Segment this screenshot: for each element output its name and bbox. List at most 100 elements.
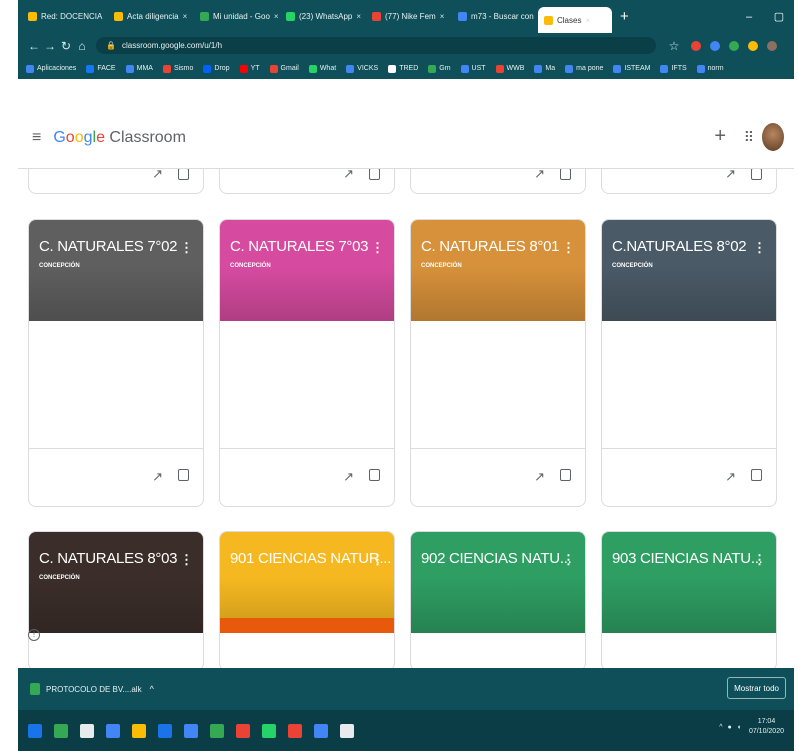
class-title[interactable]: C. NATURALES 7°02: [39, 238, 177, 255]
bookmark-item[interactable]: IFTS: [660, 64, 687, 73]
bookmark-item[interactable]: Aplicaciones: [26, 64, 76, 73]
class-title[interactable]: C. NATURALES 8°01: [421, 238, 559, 255]
taskbar-app-icon[interactable]: [80, 723, 94, 738]
network-icon[interactable]: ●: [727, 724, 731, 731]
forward-icon[interactable]: →: [42, 39, 58, 53]
trend-icon[interactable]: ↗: [534, 469, 545, 485]
speaker-icon[interactable]: ◖: [737, 724, 741, 731]
extension-icon[interactable]: [748, 40, 758, 51]
browser-tab[interactable]: (77) Nike Fem ×: [366, 6, 450, 28]
class-card[interactable]: 901 CIENCIAS NATUR... ⋮: [219, 531, 395, 668]
class-title[interactable]: C. NATURALES 8°03: [39, 550, 177, 567]
more-options-icon[interactable]: ⋮: [371, 240, 384, 256]
taskbar-app-icon[interactable]: [236, 723, 250, 738]
class-title[interactable]: 903 CIENCIAS NATU...: [612, 550, 763, 567]
trend-icon[interactable]: ↗: [343, 169, 354, 182]
info-icon[interactable]: !: [28, 629, 40, 641]
menu-icon[interactable]: ≡: [32, 129, 41, 147]
close-tab-icon[interactable]: ×: [274, 12, 278, 21]
bookmark-item[interactable]: Gm: [428, 64, 451, 73]
browser-tab[interactable]: Mi unidad - Goo ×: [194, 6, 278, 28]
more-options-icon[interactable]: ⋮: [180, 552, 193, 568]
add-class-button[interactable]: +: [714, 125, 726, 148]
new-tab-button[interactable]: +: [620, 8, 629, 25]
taskbar-app-icon[interactable]: [158, 723, 172, 738]
more-options-icon[interactable]: ⋮: [180, 240, 193, 256]
trend-icon[interactable]: ↗: [725, 169, 736, 182]
more-options-icon[interactable]: ⋮: [562, 240, 575, 256]
extension-icon[interactable]: [691, 40, 701, 51]
bookmark-item[interactable]: norm: [696, 64, 724, 73]
reload-icon[interactable]: ↻: [58, 39, 74, 53]
bookmark-item[interactable]: What: [308, 64, 336, 73]
class-title[interactable]: C. NATURALES 7°03: [230, 238, 368, 255]
class-banner[interactable]: C. NATURALES 8°03 CONCEPCIÓN ⋮: [29, 532, 203, 633]
folder-icon[interactable]: [369, 169, 380, 180]
url-field[interactable]: 🔒 classroom.google.com/u/1/h: [96, 37, 656, 54]
more-options-icon[interactable]: ⋮: [562, 552, 575, 568]
browser-tab[interactable]: Red: DOCENCIA×: [22, 6, 106, 28]
profile-icon[interactable]: [767, 40, 777, 51]
bookmark-item[interactable]: UST: [460, 64, 486, 73]
bookmark-item[interactable]: Sismo: [162, 64, 193, 73]
bookmark-item[interactable]: ISTEAM: [613, 64, 650, 73]
download-filename[interactable]: PROTOCOLO DE BV....alk: [46, 685, 142, 694]
taskbar-app-icon[interactable]: [288, 723, 302, 738]
extension-icon[interactable]: [710, 40, 720, 51]
taskbar-app-icon[interactable]: [184, 723, 198, 738]
trend-icon[interactable]: ↗: [152, 469, 163, 485]
more-options-icon[interactable]: ⋮: [753, 552, 766, 568]
bookmark-item[interactable]: FACE: [86, 64, 116, 73]
taskbar-app-icon[interactable]: [106, 723, 120, 738]
browser-tab[interactable]: Acta diligencia ×: [108, 6, 192, 28]
class-banner[interactable]: C. NATURALES 7°02 CONCEPCIÓN ⋮: [29, 220, 203, 321]
class-banner[interactable]: C. NATURALES 7°03 CONCEPCIÓN ⋮: [220, 220, 394, 321]
browser-tab[interactable]: m73 - Buscar con×: [452, 6, 536, 28]
close-tab-icon[interactable]: ×: [440, 12, 445, 21]
trend-icon[interactable]: ↗: [343, 469, 354, 485]
more-options-icon[interactable]: ⋮: [371, 552, 384, 568]
home-icon[interactable]: ⌂: [74, 39, 90, 53]
chevron-up-icon[interactable]: ^: [150, 684, 154, 694]
folder-icon[interactable]: [560, 469, 571, 481]
close-tab-icon[interactable]: ×: [183, 12, 188, 21]
taskbar-app-icon[interactable]: [54, 723, 68, 738]
class-card[interactable]: C. NATURALES 8°03 CONCEPCIÓN ⋮: [28, 531, 204, 668]
folder-icon[interactable]: [369, 469, 380, 481]
bookmark-item[interactable]: Gmail: [269, 64, 299, 73]
class-card[interactable]: C. NATURALES 8°01 CONCEPCIÓN ⋮ ↗: [410, 219, 586, 507]
bookmark-item[interactable]: TRED: [388, 64, 418, 73]
folder-icon[interactable]: [751, 469, 762, 481]
class-banner[interactable]: 903 CIENCIAS NATU... ⋮: [602, 532, 776, 633]
browser-tab[interactable]: Clases ×: [538, 7, 612, 33]
class-card-partial[interactable]: ↗: [28, 169, 204, 194]
bookmark-item[interactable]: YT: [239, 64, 260, 73]
bookmark-item[interactable]: Ma: [534, 64, 555, 73]
chevron-up-icon[interactable]: ^: [719, 724, 722, 731]
back-icon[interactable]: ←: [26, 39, 42, 53]
windows-start-icon[interactable]: [28, 723, 42, 738]
class-card[interactable]: 903 CIENCIAS NATU... ⋮: [601, 531, 777, 668]
show-all-button[interactable]: Mostrar todo: [727, 677, 786, 699]
close-tab-icon[interactable]: ×: [356, 12, 361, 21]
star-icon[interactable]: ☆: [666, 39, 682, 53]
class-title[interactable]: C.NATURALES 8°02: [612, 238, 747, 255]
trend-icon[interactable]: ↗: [152, 169, 163, 182]
folder-icon[interactable]: [751, 169, 762, 180]
folder-icon[interactable]: [178, 169, 189, 180]
folder-icon[interactable]: [178, 469, 189, 481]
class-banner[interactable]: 902 CIENCIAS NATU... ⋮: [411, 532, 585, 633]
class-card[interactable]: C. NATURALES 7°02 CONCEPCIÓN ⋮ ↗: [28, 219, 204, 507]
taskbar-app-icon[interactable]: [132, 723, 146, 738]
google-classroom-logo[interactable]: Google Classroom: [53, 129, 186, 147]
trend-icon[interactable]: ↗: [534, 169, 545, 182]
minimize-window-button[interactable]: –: [734, 11, 764, 23]
class-banner[interactable]: C.NATURALES 8°02 CONCEPCIÓN ⋮: [602, 220, 776, 321]
apps-grid-icon[interactable]: ⠿: [744, 129, 754, 146]
bookmark-item[interactable]: MMA: [125, 64, 153, 73]
class-card[interactable]: C. NATURALES 7°03 CONCEPCIÓN ⋮ ↗: [219, 219, 395, 507]
class-card-partial[interactable]: ↗: [410, 169, 586, 194]
bookmark-item[interactable]: VICKS: [346, 64, 378, 73]
maximize-window-icon[interactable]: ▢: [764, 10, 794, 23]
browser-tab[interactable]: (23) WhatsApp ×: [280, 6, 364, 28]
